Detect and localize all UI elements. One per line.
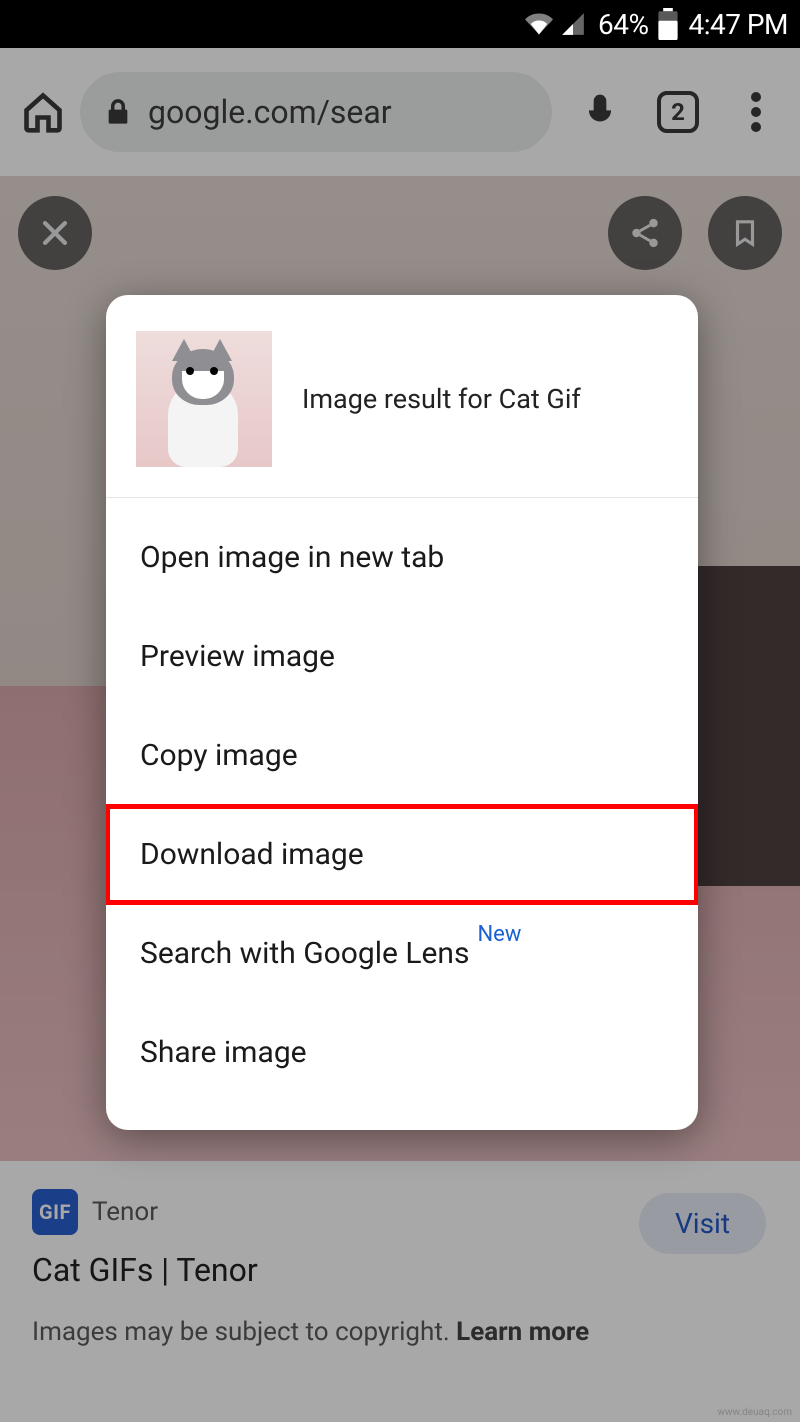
- image-thumbnail: [136, 331, 272, 467]
- new-badge: New: [477, 922, 521, 947]
- battery-icon: [658, 8, 678, 40]
- menu-share-image[interactable]: Share image: [106, 1003, 698, 1102]
- menu-copy-image[interactable]: Copy image: [106, 706, 698, 805]
- menu-preview-image[interactable]: Preview image: [106, 607, 698, 706]
- context-menu-title: Image result for Cat Gif: [302, 383, 581, 415]
- context-menu-header: Image result for Cat Gif: [106, 295, 698, 498]
- menu-download-image[interactable]: Download image: [106, 805, 698, 904]
- signal-icon: [560, 10, 586, 38]
- menu-search-lens-label: Search with Google Lens: [140, 936, 469, 971]
- menu-open-new-tab[interactable]: Open image in new tab: [106, 508, 698, 607]
- android-status-bar: 64% 4:47 PM: [0, 0, 800, 48]
- battery-percent: 64%: [598, 8, 648, 41]
- image-context-menu: Image result for Cat Gif Open image in n…: [106, 295, 698, 1130]
- menu-search-google-lens[interactable]: Search with Google Lens New: [106, 904, 698, 1003]
- context-menu-body: Open image in new tab Preview image Copy…: [106, 498, 698, 1130]
- wifi-icon: [522, 10, 556, 38]
- clock-time: 4:47 PM: [688, 8, 788, 41]
